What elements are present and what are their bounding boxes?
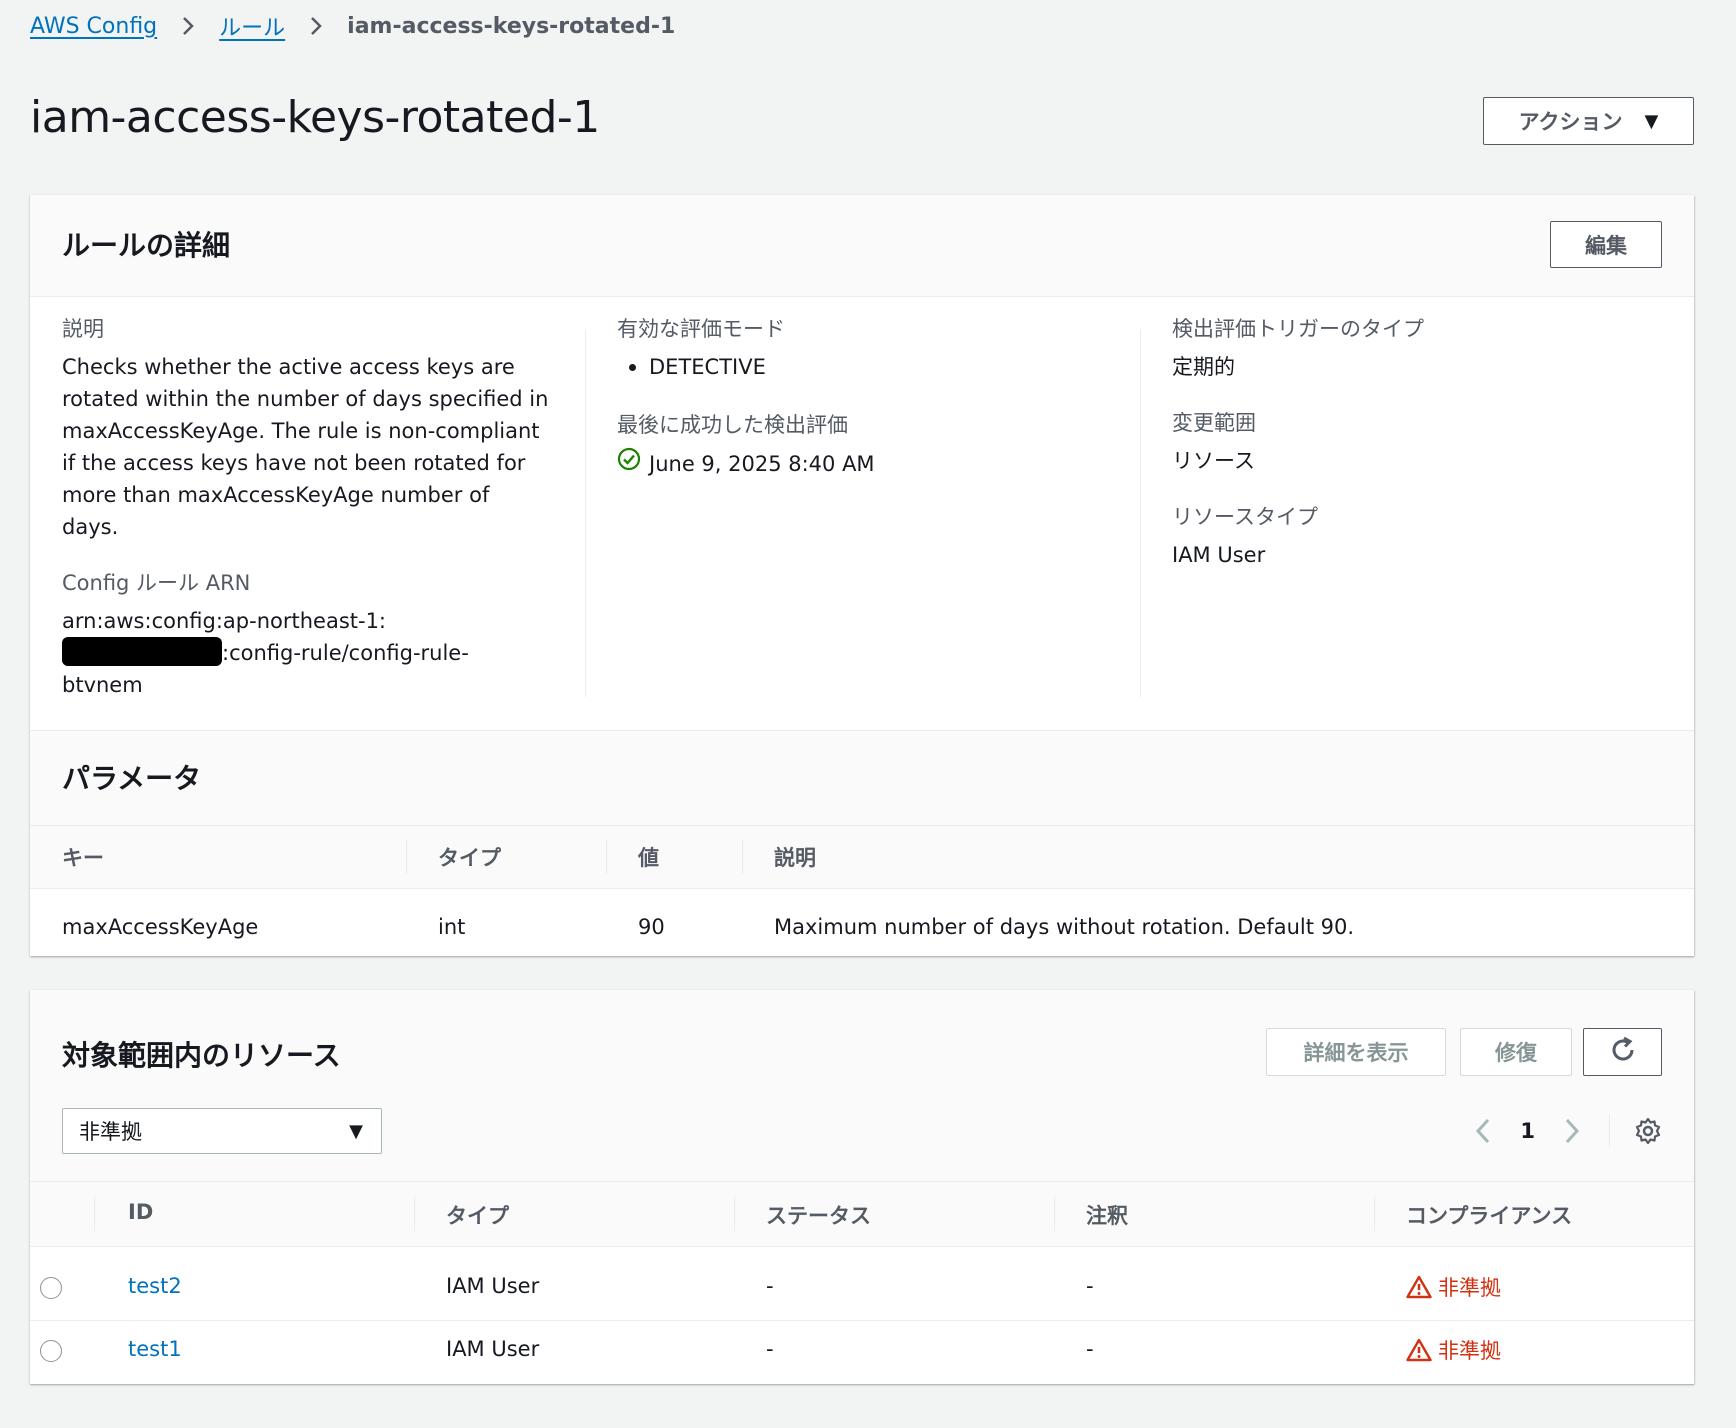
column-divider [406, 840, 407, 874]
breadcrumb-aws-config[interactable]: AWS Config [30, 14, 157, 39]
column-divider [585, 329, 586, 697]
param-key: maxAccessKeyAge [62, 915, 259, 939]
resource-type: IAM User [446, 1337, 540, 1361]
refresh-button[interactable] [1583, 1028, 1662, 1076]
arn-value: arn:aws:config:ap-northeast-1::config-ru… [62, 605, 502, 701]
resource-type-value: IAM User [1172, 543, 1266, 567]
last-success-label: 最後に成功した検出評価 [617, 413, 848, 437]
scope-label: 変更範囲 [1172, 411, 1256, 435]
eval-mode-label: 有効な評価モード [617, 317, 785, 341]
arn-prefix: arn:aws:config:ap-northeast-1: [62, 609, 387, 633]
scope-value: リソース [1172, 449, 1255, 473]
remediate-button[interactable]: 修復 [1460, 1028, 1572, 1076]
details-column-1: 説明 Checks whether the active access keys… [62, 313, 614, 701]
row-select-radio[interactable] [40, 1340, 62, 1362]
actions-label: アクション [1518, 110, 1623, 134]
description-value: Checks whether the active access keys ar… [62, 355, 549, 539]
column-header-compliance: コンプライアンス [1406, 1204, 1573, 1228]
warning-icon [1406, 1338, 1438, 1362]
compliance-text: 非準拠 [1438, 1339, 1501, 1363]
eval-mode-item: DETECTIVE [617, 351, 1169, 383]
trigger-type-label: 検出評価トリガーのタイプ [1172, 317, 1424, 341]
eval-mode-list: DETECTIVE [617, 351, 1169, 383]
chevron-right-icon[interactable] [1563, 1117, 1581, 1145]
rule-details-heading: ルールの詳細 [62, 229, 231, 262]
success-check-icon [617, 447, 649, 480]
resource-annotation: - [1086, 1274, 1094, 1298]
view-details-button[interactable]: 詳細を表示 [1266, 1028, 1446, 1076]
page-title: iam-access-keys-rotated-1 [30, 92, 600, 143]
column-header-annotation: 注釈 [1086, 1204, 1128, 1228]
column-divider [414, 1197, 415, 1231]
compliance-text: 非準拠 [1438, 1276, 1501, 1300]
actions-dropdown-button[interactable]: アクション ▼ [1483, 97, 1694, 145]
param-type: int [438, 915, 466, 939]
column-divider [1054, 1197, 1055, 1231]
description-label: 説明 [62, 317, 104, 341]
resource-id-link[interactable]: test1 [128, 1337, 182, 1361]
compliance-filter-value: 非準拠 [79, 1120, 142, 1144]
breadcrumb-current: iam-access-keys-rotated-1 [347, 13, 676, 39]
chevron-right-icon [181, 15, 195, 37]
rule-details-header: ルールの詳細 編集 [30, 195, 1694, 297]
details-column-2: 有効な評価モード DETECTIVE 最後に成功した検出評価 June 9, 2… [617, 313, 1169, 480]
param-description: Maximum number of days without rotation.… [774, 915, 1355, 939]
resources-header: 対象範囲内のリソース 詳細を表示 修復 非準拠 ▼ 1 [30, 990, 1694, 1182]
column-header-type: タイプ [446, 1204, 509, 1228]
breadcrumb-rules[interactable]: ルール [219, 10, 285, 42]
pager-divider [1609, 1114, 1610, 1148]
gear-icon[interactable] [1634, 1117, 1662, 1145]
column-divider [606, 840, 607, 874]
last-success-value: June 9, 2025 8:40 AM [617, 447, 1169, 480]
resource-status: - [766, 1337, 774, 1361]
param-value: 90 [638, 915, 665, 939]
resources-heading: 対象範囲内のリソース [62, 1039, 341, 1072]
warning-icon [1406, 1275, 1438, 1299]
row-select-radio[interactable] [40, 1277, 62, 1299]
chevron-left-icon[interactable] [1474, 1117, 1492, 1145]
trigger-type-value: 定期的 [1172, 355, 1235, 379]
rule-details-panel: ルールの詳細 編集 説明 Checks whether the active a… [30, 195, 1694, 956]
parameters-table-header: キー タイプ 値 説明 [30, 826, 1694, 889]
column-header-status: ステータス [766, 1204, 871, 1228]
resource-type-label: リソースタイプ [1172, 505, 1318, 529]
column-header-key: キー [62, 846, 104, 870]
compliance-filter-select[interactable]: 非準拠 ▼ [62, 1108, 382, 1154]
resource-type: IAM User [446, 1274, 540, 1298]
resources-panel: 対象範囲内のリソース 詳細を表示 修復 非準拠 ▼ 1 ID タイプ ステータス… [30, 990, 1694, 1384]
pagination: 1 [1474, 1108, 1662, 1154]
page-number[interactable]: 1 [1520, 1119, 1535, 1143]
caret-down-icon: ▼ [1644, 110, 1659, 132]
column-divider [94, 1197, 95, 1231]
compliance-status: 非準拠 [1406, 1272, 1501, 1302]
parameters-heading: パラメータ [62, 762, 202, 795]
details-column-3: 検出評価トリガーのタイプ 定期的 変更範囲 リソース リソースタイプ IAM U… [1172, 313, 1724, 571]
resource-annotation: - [1086, 1337, 1094, 1361]
row-divider [30, 1320, 1694, 1321]
resource-status: - [766, 1274, 774, 1298]
edit-button[interactable]: 編集 [1550, 221, 1662, 268]
resources-table-header: ID タイプ ステータス 注釈 コンプライアンス [30, 1182, 1694, 1247]
parameters-header: パラメータ [30, 730, 1694, 826]
refresh-icon [1608, 1035, 1638, 1070]
column-header-description: 説明 [774, 846, 816, 870]
compliance-status: 非準拠 [1406, 1335, 1501, 1365]
column-header-type: タイプ [438, 846, 501, 870]
column-header-id: ID [128, 1200, 154, 1224]
arn-label: Config ルール ARN [62, 571, 251, 595]
breadcrumb: AWS Config ルール iam-access-keys-rotated-1 [30, 10, 675, 42]
column-header-value: 値 [638, 846, 659, 870]
column-divider [1374, 1197, 1375, 1231]
column-divider [742, 840, 743, 874]
chevron-right-icon [309, 15, 323, 37]
caret-down-icon: ▼ [349, 1121, 363, 1142]
redacted-account-id [62, 637, 222, 666]
last-success-text: June 9, 2025 8:40 AM [649, 451, 875, 476]
column-divider [734, 1197, 735, 1231]
resource-id-link[interactable]: test2 [128, 1274, 182, 1298]
column-divider [1140, 329, 1141, 697]
